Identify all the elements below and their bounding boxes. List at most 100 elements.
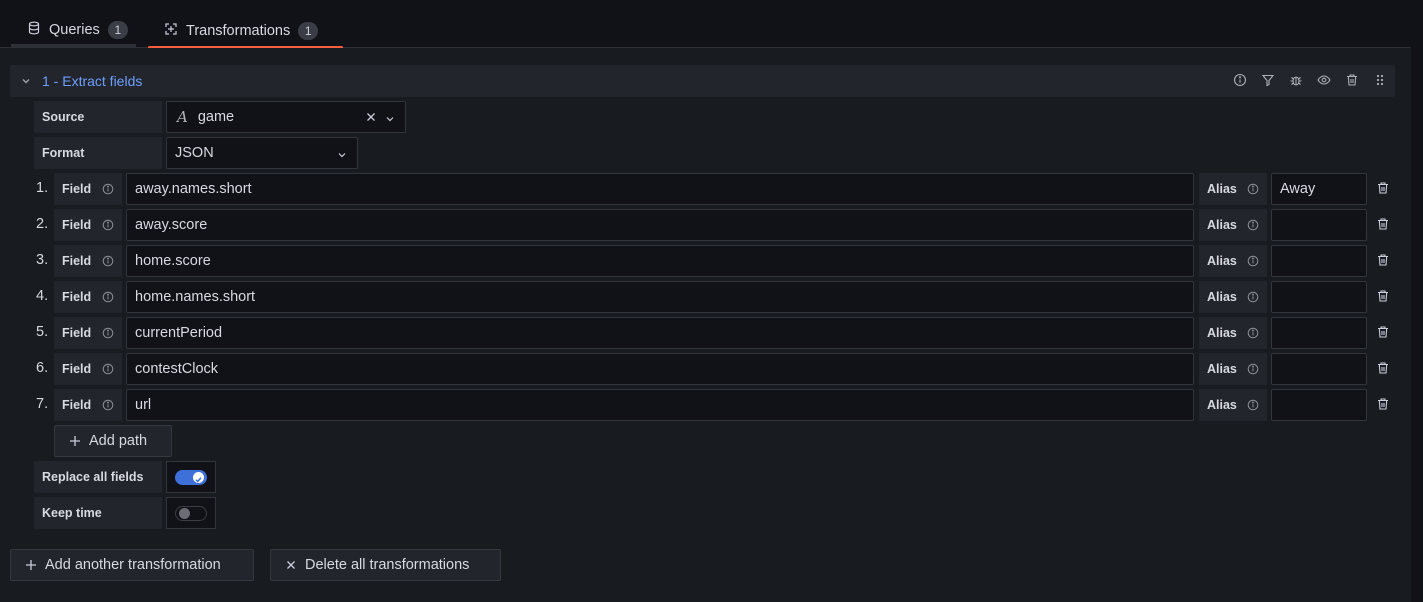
path-input[interactable]: contestClock [126, 353, 1194, 385]
source-select[interactable]: A game [166, 101, 406, 133]
format-value: JSON [175, 145, 214, 161]
path-input[interactable]: away.names.short [126, 173, 1194, 205]
field-label: Field [54, 389, 122, 421]
filter-icon[interactable] [1261, 73, 1275, 87]
info-icon[interactable] [102, 363, 114, 375]
field-label: Field [54, 317, 122, 349]
info-icon[interactable] [1247, 363, 1259, 375]
alias-input[interactable] [1271, 353, 1367, 385]
info-icon[interactable] [102, 219, 114, 231]
path-value: currentPeriod [135, 325, 223, 341]
info-icon[interactable] [1247, 327, 1259, 339]
path-input[interactable]: home.score [126, 245, 1194, 277]
field-label: Field [54, 209, 122, 241]
path-input[interactable]: home.names.short [126, 281, 1194, 313]
info-icon[interactable] [102, 399, 114, 411]
tab-transformations-count: 1 [298, 21, 319, 40]
alias-label-text: Alias [1207, 398, 1237, 412]
format-select[interactable]: JSON [166, 137, 358, 169]
debug-icon[interactable] [1289, 73, 1303, 87]
trash-icon[interactable] [1376, 361, 1390, 375]
info-icon[interactable] [102, 291, 114, 303]
alias-input[interactable] [1271, 317, 1367, 349]
alias-label: Alias [1199, 353, 1267, 385]
delete-all-transformations-label: Delete all transformations [305, 557, 470, 573]
path-row-number: 5. [36, 324, 49, 340]
transformation-title[interactable]: 1 - Extract fields [42, 73, 142, 89]
add-path-button[interactable]: Add path [54, 425, 172, 457]
path-input[interactable]: url [126, 389, 1194, 421]
alias-input[interactable]: Away [1271, 173, 1367, 205]
transformations-panel: 1 - Extract fields Source A game Format … [0, 48, 1411, 602]
alias-label-text: Alias [1207, 254, 1237, 268]
alias-value: Away [1280, 181, 1316, 197]
replace-all-fields-toggle[interactable] [175, 470, 207, 485]
path-value: contestClock [135, 361, 219, 377]
close-icon [287, 561, 295, 569]
chevron-down-icon[interactable] [385, 112, 395, 122]
eye-icon[interactable] [1317, 73, 1331, 87]
chevron-down-icon[interactable] [337, 148, 347, 158]
replace-all-fields-switch-container [166, 461, 216, 493]
field-label: Field [54, 281, 122, 313]
trash-icon[interactable] [1376, 181, 1390, 195]
field-label-text: Field [62, 218, 92, 232]
trash-icon[interactable] [1376, 325, 1390, 339]
plus-icon [26, 560, 36, 570]
info-icon[interactable] [1247, 291, 1259, 303]
alias-label: Alias [1199, 389, 1267, 421]
drag-handle-icon[interactable] [1373, 73, 1387, 87]
path-input[interactable]: away.score [126, 209, 1194, 241]
close-icon[interactable] [365, 111, 377, 123]
trash-icon[interactable] [1345, 73, 1359, 87]
trash-icon[interactable] [1376, 253, 1390, 267]
alias-label-text: Alias [1207, 182, 1237, 196]
path-row-number: 7. [36, 396, 49, 412]
info-icon[interactable] [1247, 219, 1259, 231]
alias-input[interactable] [1271, 281, 1367, 313]
tab-queries-label: Queries [49, 21, 100, 38]
delete-all-transformations-button[interactable]: Delete all transformations [270, 549, 501, 581]
path-row-number: 2. [36, 216, 49, 232]
source-label: Source [34, 101, 162, 133]
source-value: game [197, 109, 235, 125]
alias-input[interactable] [1271, 245, 1367, 277]
keep-time-toggle[interactable] [175, 506, 207, 521]
transformation-header[interactable]: 1 - Extract fields [10, 65, 1395, 97]
info-icon[interactable] [1247, 183, 1259, 195]
field-label: Field [54, 173, 122, 205]
chevron-down-icon[interactable] [20, 74, 32, 86]
plus-icon [70, 436, 80, 446]
field-label-text: Field [62, 326, 92, 340]
tab-queries[interactable]: Queries 1 [11, 14, 136, 47]
info-icon[interactable] [1233, 73, 1247, 87]
info-icon[interactable] [1247, 255, 1259, 267]
path-value: home.names.short [135, 289, 256, 305]
field-label-text: Field [62, 362, 92, 376]
alias-input[interactable] [1271, 389, 1367, 421]
trash-icon[interactable] [1376, 289, 1390, 303]
field-label: Field [54, 353, 122, 385]
add-another-transformation-button[interactable]: Add another transformation [10, 549, 254, 581]
alias-label: Alias [1199, 173, 1267, 205]
path-value: away.score [135, 217, 208, 233]
path-input[interactable]: currentPeriod [126, 317, 1194, 349]
trash-icon[interactable] [1376, 217, 1390, 231]
toggle-knob [179, 508, 190, 519]
alias-label-text: Alias [1207, 290, 1237, 304]
database-icon [27, 21, 41, 39]
field-label-text: Field [62, 290, 92, 304]
info-icon[interactable] [102, 183, 114, 195]
info-icon[interactable] [102, 255, 114, 267]
path-row-number: 4. [36, 288, 49, 304]
path-value: home.score [135, 253, 211, 269]
info-icon[interactable] [1247, 399, 1259, 411]
info-icon[interactable] [102, 327, 114, 339]
alias-label-text: Alias [1207, 362, 1237, 376]
alias-input[interactable] [1271, 209, 1367, 241]
trash-icon[interactable] [1376, 397, 1390, 411]
path-value: away.names.short [135, 181, 252, 197]
alias-label-text: Alias [1207, 326, 1237, 340]
tab-transformations[interactable]: Transformations 1 [148, 14, 343, 49]
alias-label: Alias [1199, 281, 1267, 313]
